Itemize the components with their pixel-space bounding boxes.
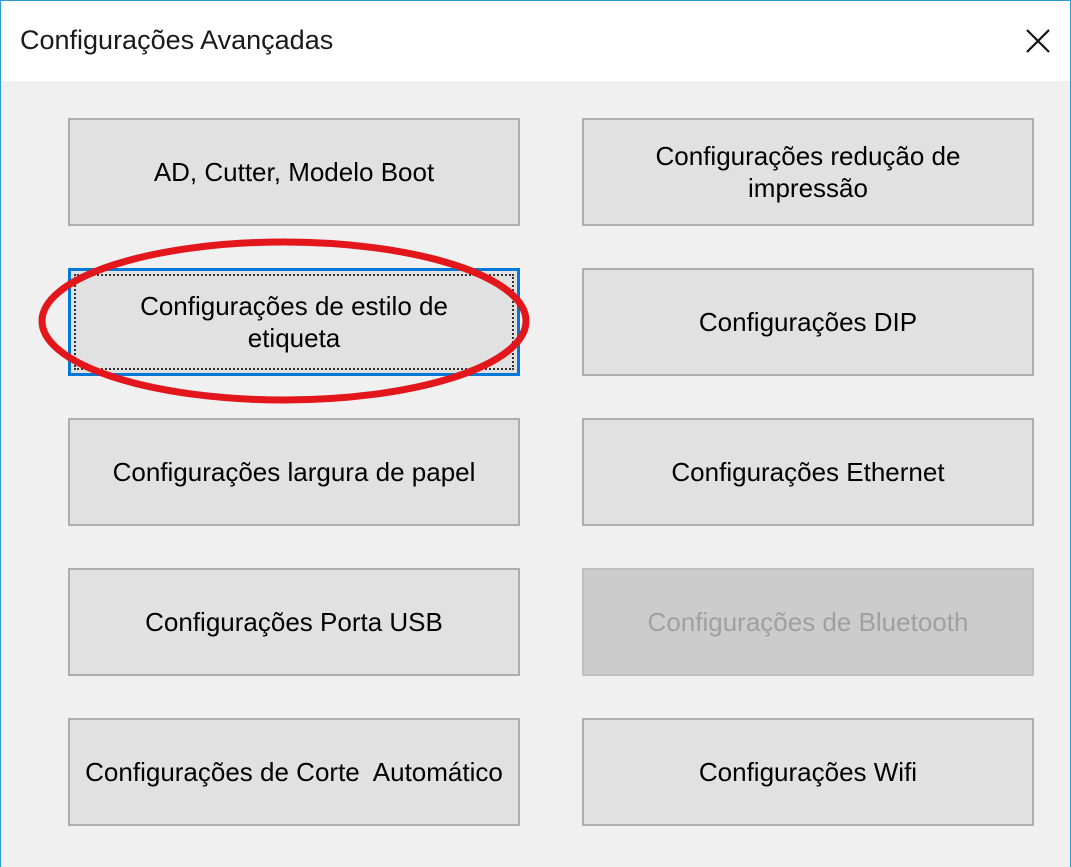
- window-title: Configurações Avançadas: [20, 25, 334, 55]
- usb-port-label: Configurações Porta USB: [145, 607, 443, 637]
- label-style-label: Configurações de estilo de etiqueta: [140, 291, 448, 353]
- auto-cut-button[interactable]: Configurações de Corte Automático: [68, 718, 520, 826]
- wifi-settings-label: Configurações Wifi: [698, 757, 918, 787]
- ethernet-settings-button[interactable]: Configurações Ethernet: [582, 418, 1034, 526]
- label-style-button[interactable]: Configurações de estilo de etiqueta: [68, 268, 520, 376]
- ethernet-settings-label: Configurações Ethernet: [671, 457, 945, 487]
- paper-width-label: Configurações largura de papel: [112, 457, 476, 487]
- print-reduction-button[interactable]: Configurações redução de impressão: [582, 118, 1034, 226]
- title-bar: Configurações Avançadas: [1, 1, 1070, 81]
- wifi-settings-button[interactable]: Configurações Wifi: [582, 718, 1034, 826]
- close-button[interactable]: [1006, 1, 1070, 81]
- bluetooth-settings-button: Configurações de Bluetooth: [582, 568, 1034, 676]
- print-reduction-label: Configurações redução de impressão: [655, 141, 961, 203]
- auto-cut-label: Configurações de Corte Automático: [85, 757, 503, 787]
- usb-port-button[interactable]: Configurações Porta USB: [68, 568, 520, 676]
- ad-cutter-boot-button[interactable]: AD, Cutter, Modelo Boot: [68, 118, 520, 226]
- bluetooth-settings-label: Configurações de Bluetooth: [647, 607, 969, 637]
- dip-settings-button[interactable]: Configurações DIP: [582, 268, 1034, 376]
- dip-settings-label: Configurações DIP: [698, 307, 918, 337]
- close-icon: [1025, 28, 1051, 54]
- paper-width-button[interactable]: Configurações largura de papel: [68, 418, 520, 526]
- ad-cutter-boot-label: AD, Cutter, Modelo Boot: [153, 157, 435, 187]
- advanced-settings-window: Configurações Avançadas AD, Cutter, Mode…: [0, 0, 1071, 867]
